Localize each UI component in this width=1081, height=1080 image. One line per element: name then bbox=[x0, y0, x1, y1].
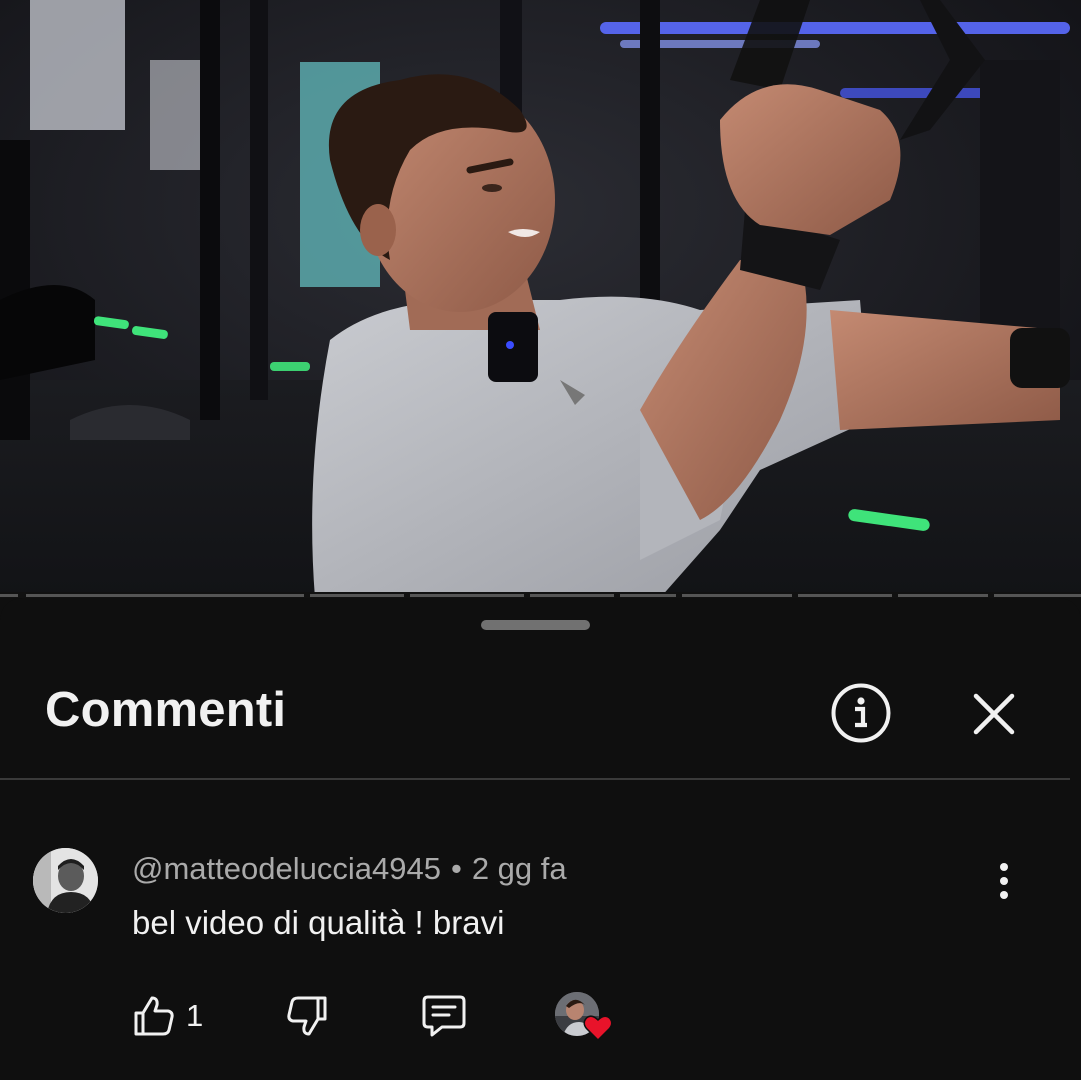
video-frame-gym-scene bbox=[0, 0, 1081, 598]
heart-icon bbox=[583, 1015, 613, 1042]
more-vertical-icon bbox=[1000, 863, 1008, 899]
creator-heart-badge bbox=[555, 992, 615, 1044]
like-count: 1 bbox=[186, 998, 204, 1033]
thumbs-down-icon bbox=[287, 996, 327, 1036]
close-button[interactable] bbox=[966, 686, 1022, 742]
avatar-image bbox=[33, 848, 98, 913]
info-circle-icon bbox=[831, 683, 891, 743]
thumbs-up-icon bbox=[134, 996, 174, 1036]
like-button[interactable]: 1 bbox=[132, 994, 203, 1038]
header-divider bbox=[0, 778, 1070, 780]
info-button[interactable] bbox=[830, 682, 892, 744]
comment-text: bel video di qualità ! bravi bbox=[132, 904, 505, 941]
reply-button[interactable] bbox=[421, 994, 467, 1038]
comment-timestamp: 2 gg fa bbox=[471, 851, 567, 886]
sheet-title: Commenti bbox=[45, 683, 287, 737]
video-player[interactable] bbox=[0, 0, 1081, 598]
meta-separator: • bbox=[450, 851, 462, 886]
comment-meta: @matteodeluccia4945 • 2 gg fa bbox=[132, 851, 567, 887]
comment-more-button[interactable] bbox=[986, 860, 1022, 902]
avatar[interactable] bbox=[33, 848, 98, 913]
drag-handle[interactable] bbox=[481, 620, 590, 630]
comment-author[interactable]: @matteodeluccia4945 bbox=[132, 851, 441, 886]
dislike-button[interactable] bbox=[285, 994, 329, 1038]
reply-icon bbox=[422, 995, 466, 1037]
comments-sheet: Commenti @matteodeluccia4945 • 2 gg fa b… bbox=[0, 598, 1081, 1080]
close-icon bbox=[973, 693, 1015, 735]
